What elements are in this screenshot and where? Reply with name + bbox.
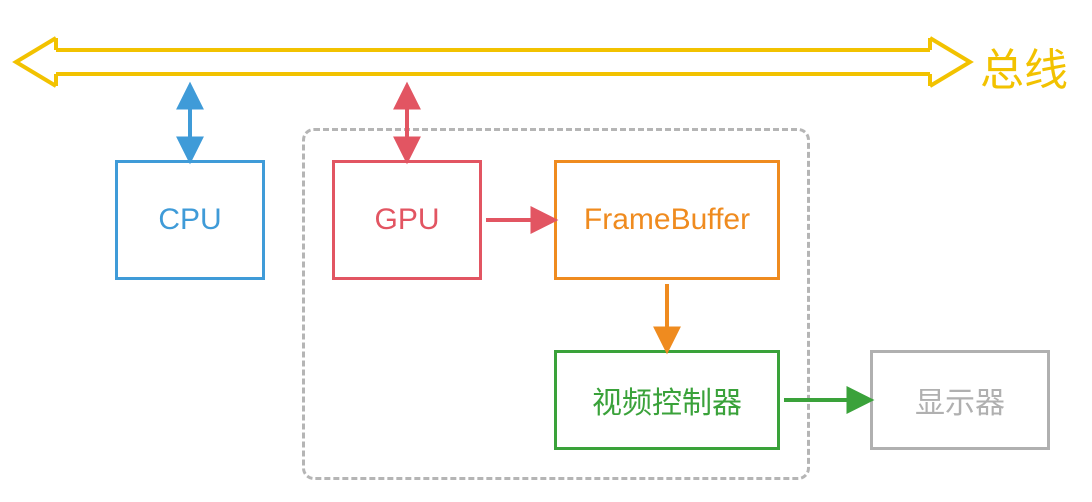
gpu-label: GPU (374, 203, 439, 237)
cpu-box: CPU (115, 160, 265, 280)
gpu-box: GPU (332, 160, 482, 280)
framebuffer-box: FrameBuffer (554, 160, 780, 280)
video-controller-box: 视频控制器 (554, 350, 780, 450)
diagram-canvas: 总线 CPU GPU FrameBuffer 视频控制器 显示器 (0, 0, 1092, 502)
cpu-label: CPU (158, 203, 221, 237)
display-box: 显示器 (870, 350, 1050, 450)
display-label: 显示器 (915, 378, 1005, 422)
framebuffer-label: FrameBuffer (584, 203, 750, 237)
bus-label: 总线 (980, 34, 1068, 98)
video-controller-label: 视频控制器 (592, 378, 742, 422)
